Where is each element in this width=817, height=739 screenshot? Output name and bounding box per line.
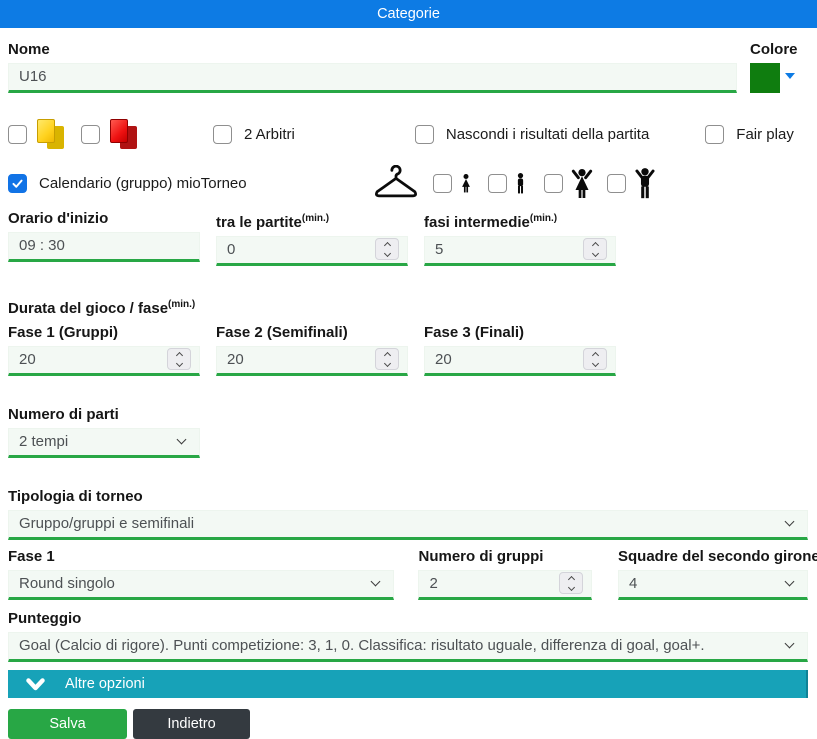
- chevron-down-icon: [784, 638, 795, 649]
- arbitri-checkbox[interactable]: [213, 124, 232, 144]
- boy-icon: [517, 172, 523, 193]
- color-dropdown-icon[interactable]: [785, 73, 795, 79]
- fairplay-label: Fair play: [736, 125, 794, 143]
- tra-partite-input[interactable]: 0: [216, 236, 408, 266]
- punteggio-select[interactable]: Goal (Calcio di rigore). Punti competizi…: [8, 632, 808, 662]
- tipologia-select[interactable]: Gruppo/gruppi e semifinali: [8, 510, 808, 540]
- altre-opzioni-label: Altre opzioni: [65, 676, 145, 692]
- fase3-finali-spinner[interactable]: [583, 348, 607, 370]
- squadre-label: Squadre del secondo girone: [618, 548, 817, 565]
- page-title: Categorie: [377, 6, 440, 22]
- numero-gruppi-input[interactable]: 2: [418, 570, 592, 600]
- chevron-down-icon: [371, 576, 381, 587]
- fasi-intermedie-label: fasi intermedie: [424, 214, 530, 231]
- man-icon: [635, 167, 655, 198]
- girl-checkbox[interactable]: [432, 173, 452, 193]
- woman-checkbox[interactable]: [543, 173, 563, 193]
- fase2-semifinali-spinner[interactable]: [375, 348, 399, 370]
- chevron-down-icon: [176, 434, 187, 445]
- chevron-down-icon: [784, 516, 795, 527]
- fase1-gruppi-spinner[interactable]: [167, 348, 191, 370]
- orario-label: Orario d'inizio: [8, 210, 109, 227]
- girl-icon: [461, 173, 470, 192]
- check-icon: [12, 179, 23, 188]
- header-bar: Categorie: [0, 0, 817, 28]
- indietro-button[interactable]: Indietro: [133, 709, 250, 739]
- orario-input[interactable]: 09 : 30: [8, 232, 200, 262]
- salva-button[interactable]: Salva: [8, 709, 127, 739]
- tra-partite-spinner[interactable]: [375, 238, 399, 260]
- fairplay-checkbox[interactable]: [705, 124, 725, 144]
- hanger-icon: [374, 165, 417, 198]
- boy-checkbox[interactable]: [487, 173, 507, 193]
- nascondi-label: Nascondi i risultati della partita: [445, 125, 650, 143]
- durata-unit: (min.): [168, 299, 196, 310]
- durata-label: Durata del gioco / fase: [8, 300, 169, 317]
- numero-parti-select[interactable]: 2 tempi: [8, 428, 200, 458]
- yellow-card-icon: [37, 119, 64, 149]
- chevron-down-icon: [784, 576, 795, 587]
- fairplay-checkbox-group[interactable]: Fair play: [705, 124, 794, 144]
- arbitri-label: 2 Arbitri: [244, 125, 295, 143]
- calendario-checkbox[interactable]: [8, 173, 27, 193]
- colore-label: Colore: [750, 41, 798, 58]
- arbitri-checkbox-group[interactable]: 2 Arbitri: [213, 124, 295, 144]
- man-checkbox[interactable]: [606, 173, 626, 193]
- nome-label: Nome: [8, 41, 50, 58]
- fase1-label: Fase 1: [8, 548, 55, 565]
- altre-opzioni-bar[interactable]: Altre opzioni: [8, 670, 808, 698]
- tra-partite-label: tra le partite: [216, 214, 302, 231]
- fase1-gruppi-input[interactable]: 20: [8, 346, 200, 376]
- fasi-intermedie-spinner[interactable]: [583, 238, 607, 260]
- punteggio-label: Punteggio: [8, 610, 82, 627]
- tra-partite-unit: (min.): [301, 213, 330, 224]
- category-form: Nome Colore 2 Arbitri Nascondi i risulta…: [0, 28, 817, 739]
- squadre-select[interactable]: 4: [618, 570, 808, 600]
- calendario-checkbox-group[interactable]: Calendario (gruppo) mioTorneo: [8, 173, 247, 193]
- fasi-intermedie-input[interactable]: 5: [424, 236, 616, 266]
- yellow-card-checkbox[interactable]: [8, 124, 27, 144]
- fase3-finali-input[interactable]: 20: [424, 346, 616, 376]
- fasi-intermedie-unit: (min.): [529, 213, 558, 224]
- woman-icon: [571, 168, 592, 198]
- numero-gruppi-label: Numero di gruppi: [418, 548, 544, 565]
- nascondi-checkbox-group[interactable]: Nascondi i risultati della partita: [414, 124, 650, 144]
- chevron-down-icon: [26, 677, 45, 690]
- fase2-semifinali-input[interactable]: 20: [216, 346, 408, 376]
- fase3-finali-label: Fase 3 (Finali): [424, 324, 525, 341]
- fase2-semifinali-label: Fase 2 (Semifinali): [216, 324, 348, 341]
- nascondi-checkbox[interactable]: [414, 124, 434, 144]
- color-swatch[interactable]: [750, 63, 780, 93]
- tipologia-label: Tipologia di torneo: [8, 488, 143, 505]
- calendario-label: Calendario (gruppo) mioTorneo: [39, 174, 247, 192]
- numero-parti-label: Numero di parti: [8, 406, 119, 423]
- numero-gruppi-spinner[interactable]: [559, 572, 583, 594]
- fase1-select[interactable]: Round singolo: [8, 570, 395, 600]
- fase1-gruppi-label: Fase 1 (Gruppi): [8, 324, 119, 341]
- nome-input[interactable]: [8, 63, 737, 93]
- red-card-checkbox[interactable]: [81, 124, 100, 144]
- red-card-icon: [110, 119, 137, 149]
